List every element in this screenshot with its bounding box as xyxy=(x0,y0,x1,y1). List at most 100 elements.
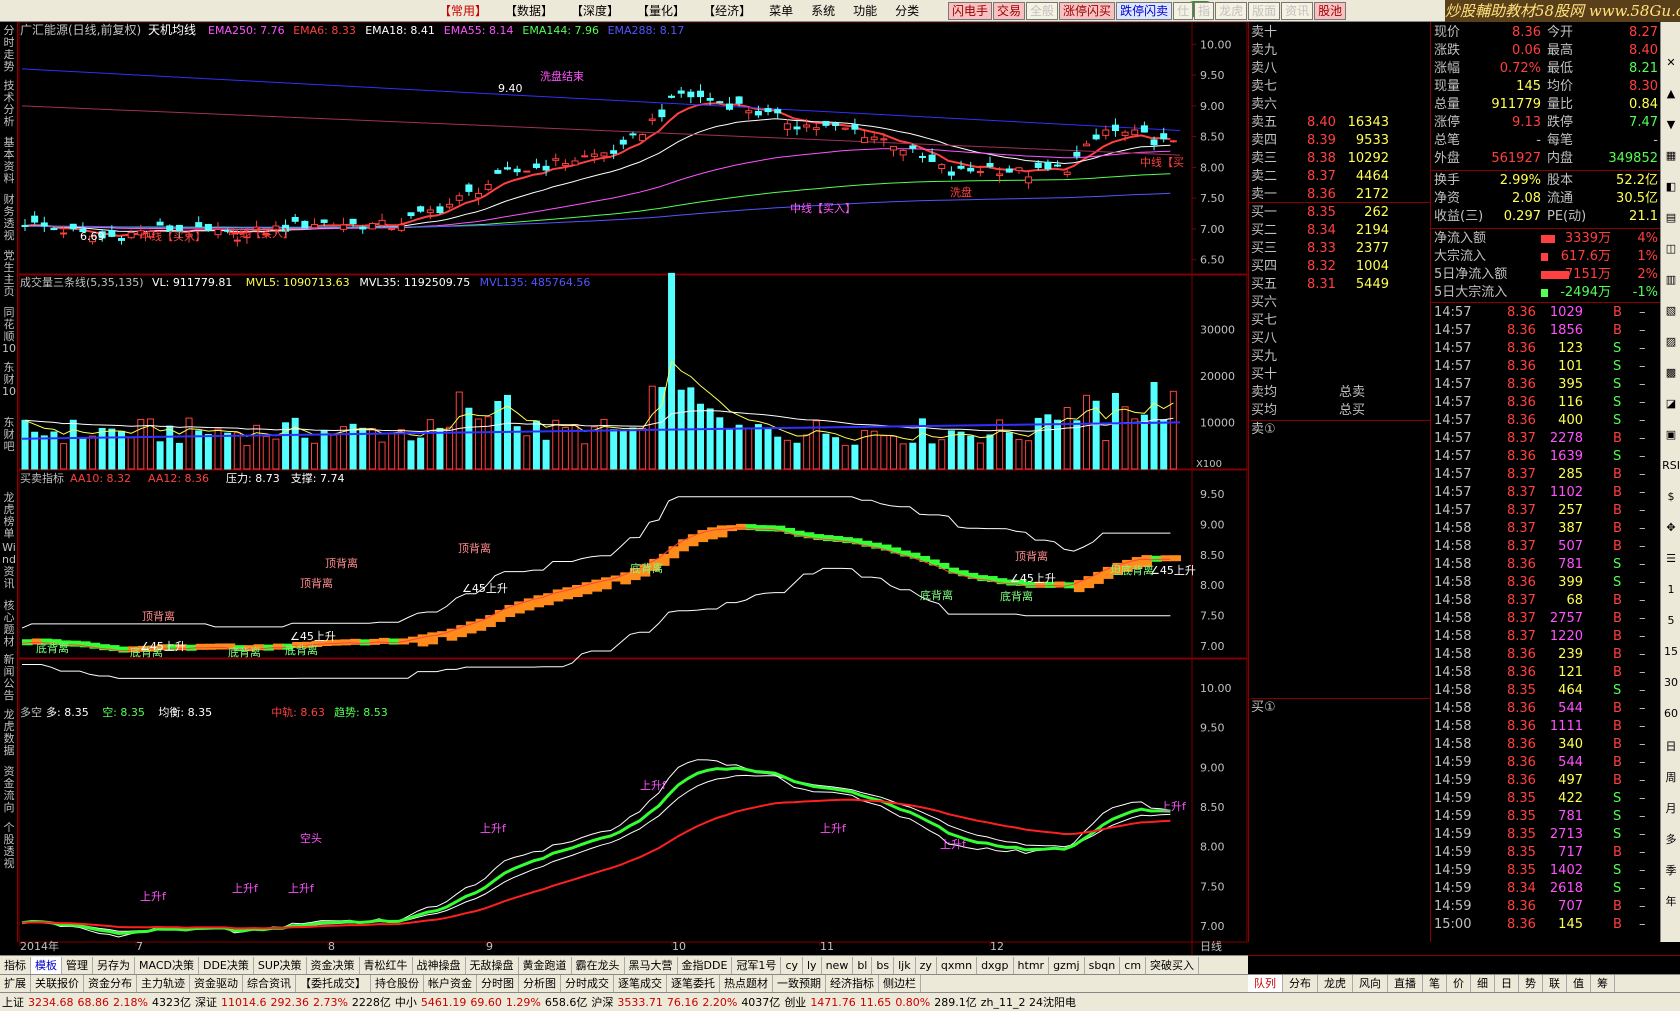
toolbar-icon-7[interactable]: ▥ xyxy=(1661,273,1680,286)
quick-button-3[interactable]: 涨停闪买 xyxy=(1059,2,1116,20)
indicator-tab-23[interactable]: qxmn xyxy=(937,956,978,974)
view-tab-8[interactable]: 帐户资金 xyxy=(424,975,477,992)
toolbar-icon-15[interactable]: ✥ xyxy=(1661,521,1680,534)
chart-area[interactable]: 10.00 9.50 9.00 8.50 8.00 7.50 7.00 6.50 广汇能源(日线… xyxy=(0,22,1248,955)
menu-item-7[interactable]: 功能 xyxy=(844,1,886,21)
buy-level-9[interactable]: 买十 xyxy=(1249,366,1431,384)
menu-item-6[interactable]: 系统 xyxy=(802,1,844,21)
quick-button-9[interactable]: 资讯 xyxy=(1281,2,1314,20)
sell-level-1[interactable]: 卖九 xyxy=(1249,42,1431,60)
indicator-tab-12[interactable]: 霸在龙头 xyxy=(572,956,625,974)
indicator-tab-18[interactable]: new xyxy=(822,956,854,974)
toolbar-icon-6[interactable]: ◫ xyxy=(1661,242,1680,255)
toolbar-icon-25[interactable]: 多 xyxy=(1661,831,1680,847)
toolbar-icon-16[interactable]: ☰ xyxy=(1661,552,1680,565)
buy-level-3[interactable]: 买四 8.32 1004 xyxy=(1249,258,1431,276)
toolbar-icon-20[interactable]: 30 xyxy=(1661,676,1680,689)
indicator-tab-1[interactable]: 模板 xyxy=(31,956,62,974)
indicator-tab-19[interactable]: bl xyxy=(853,956,873,974)
view-tab-13[interactable]: 逐笔委托 xyxy=(667,975,720,992)
indicator-tab-29[interactable]: 突破买入 xyxy=(1146,956,1200,974)
menu-item-1[interactable]: 【数据】 xyxy=(496,1,562,21)
toolbar-icon-10[interactable]: ▩ xyxy=(1661,366,1680,379)
sell-level-5[interactable]: 卖五 8.40 16343 xyxy=(1249,114,1431,132)
view-tab-12[interactable]: 逐笔成交 xyxy=(614,975,667,992)
toolbar-icon-5[interactable]: ▤ xyxy=(1661,211,1680,224)
quick-button-6[interactable]: 指 xyxy=(1194,2,1215,20)
sell-level-0[interactable]: 卖十 xyxy=(1249,24,1431,42)
indicator-tab-3[interactable]: 另存为 xyxy=(93,956,135,974)
indicator-tab-16[interactable]: cy xyxy=(781,956,803,974)
toolbar-icon-21[interactable]: 60 xyxy=(1661,707,1680,720)
menu-item-2[interactable]: 【深度】 xyxy=(562,1,628,21)
toolbar-icon-19[interactable]: 15 xyxy=(1661,645,1680,658)
view-tab-10[interactable]: 分析图 xyxy=(519,975,561,992)
indicator-tab-11[interactable]: 黄金跑道 xyxy=(519,956,572,974)
view-tab-14[interactable]: 热点题材 xyxy=(720,975,773,992)
indicator-tab-10[interactable]: 无敌操盘 xyxy=(466,956,519,974)
toolbar-icon-23[interactable]: 周 xyxy=(1661,769,1680,785)
toolbar-icon-8[interactable]: ▧ xyxy=(1661,304,1680,317)
view-tab-16[interactable]: 经济指标 xyxy=(826,975,879,992)
quick-button-5[interactable]: 仕 xyxy=(1173,2,1194,20)
toolbar-icon-27[interactable]: 年 xyxy=(1661,893,1680,909)
buy-level-5[interactable]: 买六 xyxy=(1249,294,1431,312)
indicator-tab-28[interactable]: cm xyxy=(1120,956,1147,974)
menu-item-4[interactable]: 【经济】 xyxy=(694,1,760,21)
right-tab-8[interactable]: 日 xyxy=(1495,975,1519,992)
toolbar-icon-18[interactable]: 5 xyxy=(1661,614,1680,627)
toolbar-icon-11[interactable]: ◪ xyxy=(1661,397,1680,410)
menu-item-3[interactable]: 【量化】 xyxy=(628,1,694,21)
toolbar-icon-2[interactable]: ▼ xyxy=(1661,118,1680,131)
right-tab-2[interactable]: 龙虎 xyxy=(1318,975,1353,992)
buy-level-8[interactable]: 买九 xyxy=(1249,348,1431,366)
view-tab-5[interactable]: 综合资讯 xyxy=(243,975,296,992)
right-tab-5[interactable]: 笔 xyxy=(1423,975,1447,992)
toolbar-icon-22[interactable]: 日 xyxy=(1661,738,1680,754)
sell-level-4[interactable]: 卖六 xyxy=(1249,96,1431,114)
indicator-tab-14[interactable]: 金指DDE xyxy=(678,956,733,974)
sell-level-7[interactable]: 卖三 8.38 10292 xyxy=(1249,150,1431,168)
toolbar-icon-24[interactable]: 月 xyxy=(1661,800,1680,816)
view-tab-0[interactable]: 扩展 xyxy=(0,975,31,992)
view-tab-11[interactable]: 分时成交 xyxy=(561,975,614,992)
sell-level-2[interactable]: 卖八 xyxy=(1249,60,1431,78)
buy-level-2[interactable]: 买三 8.33 2377 xyxy=(1249,240,1431,258)
sell-level-6[interactable]: 卖四 8.39 9533 xyxy=(1249,132,1431,150)
buy-level-7[interactable]: 买八 xyxy=(1249,330,1431,348)
indicator-tab-13[interactable]: 黑马大营 xyxy=(625,956,678,974)
toolbar-icon-4[interactable]: ◧ xyxy=(1661,180,1680,193)
sell-one-queue[interactable]: 卖① xyxy=(1251,420,1431,438)
indicator-tab-15[interactable]: 冠军1号 xyxy=(732,956,782,974)
toolbar-icon-12[interactable]: ▣ xyxy=(1661,428,1680,441)
right-tab-0[interactable]: 队列 xyxy=(1248,975,1283,992)
indicator-tab-8[interactable]: 青松红牛 xyxy=(360,956,413,974)
indicator-tab-25[interactable]: htmr xyxy=(1014,956,1050,974)
toolbar-icon-3[interactable]: ▦ xyxy=(1661,149,1680,162)
right-tab-1[interactable]: 分布 xyxy=(1283,975,1318,992)
view-tab-9[interactable]: 分时图 xyxy=(477,975,519,992)
indicator-tab-21[interactable]: ljk xyxy=(894,956,916,974)
buy-level-4[interactable]: 买五 8.31 5449 xyxy=(1249,276,1431,294)
toolbar-icon-26[interactable]: 季 xyxy=(1661,862,1680,878)
quick-button-2[interactable]: 全般 xyxy=(1026,2,1059,20)
right-tab-3[interactable]: 风向 xyxy=(1353,975,1388,992)
view-tab-3[interactable]: 主力轨迹 xyxy=(137,975,190,992)
right-tab-9[interactable]: 势 xyxy=(1519,975,1543,992)
sell-level-3[interactable]: 卖七 xyxy=(1249,78,1431,96)
quick-button-4[interactable]: 跌停闪卖 xyxy=(1116,2,1173,20)
buy-level-6[interactable]: 买七 xyxy=(1249,312,1431,330)
indicator-tab-9[interactable]: 战神操盘 xyxy=(413,956,466,974)
right-tab-4[interactable]: 直播 xyxy=(1388,975,1423,992)
view-tab-4[interactable]: 资金驱动 xyxy=(190,975,243,992)
quick-button-1[interactable]: 交易 xyxy=(993,2,1026,20)
menu-item-5[interactable]: 菜单 xyxy=(760,1,802,21)
view-tab-17[interactable]: 侧边栏 xyxy=(879,975,921,992)
quick-button-10[interactable]: 股池 xyxy=(1314,2,1347,20)
right-tab-11[interactable]: 值 xyxy=(1567,975,1591,992)
sell-level-8[interactable]: 卖二 8.37 4464 xyxy=(1249,168,1431,186)
indicator-tab-2[interactable]: 管理 xyxy=(62,956,93,974)
view-tab-15[interactable]: 一致预期 xyxy=(773,975,826,992)
buy-one-queue[interactable]: 买① xyxy=(1251,698,1431,716)
view-tab-7[interactable]: 持仓股份 xyxy=(371,975,424,992)
